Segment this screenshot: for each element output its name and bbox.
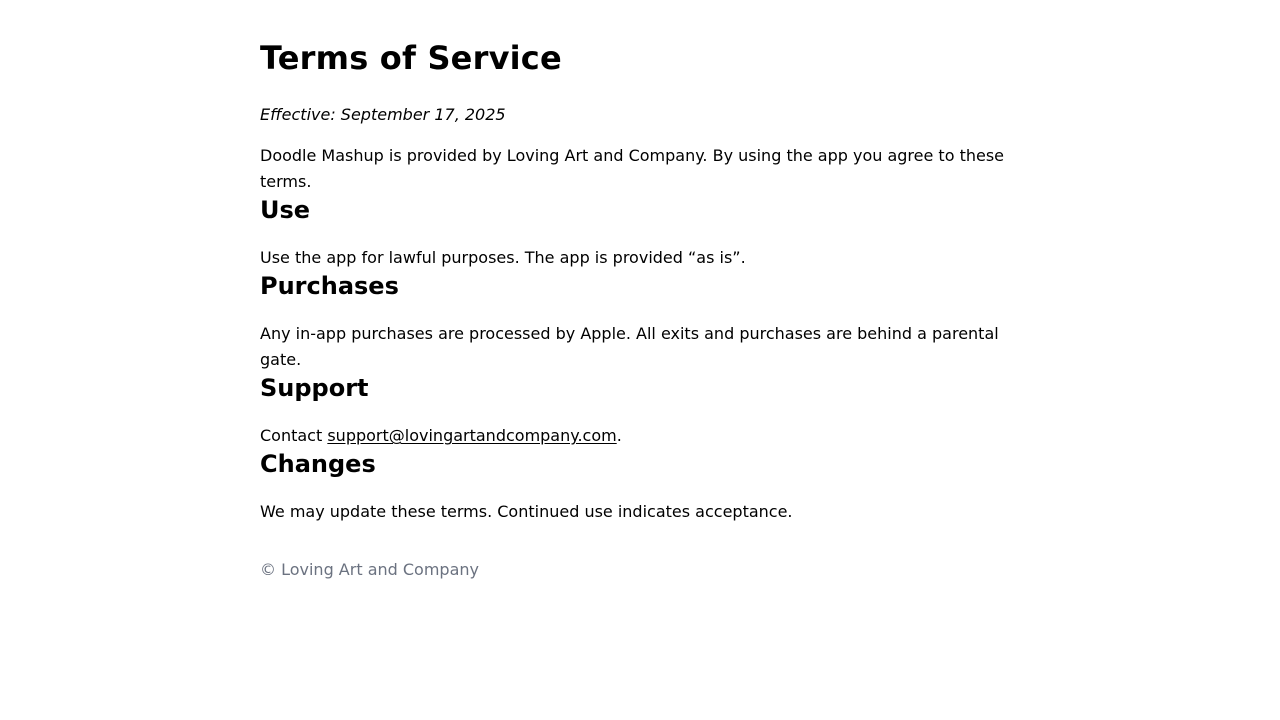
support-email-link[interactable]: support@lovingartandcompany.com: [327, 426, 616, 445]
section-heading-support: Support: [260, 374, 369, 402]
section-text-purchases: Any in-app purchases are processed by Ap…: [260, 324, 999, 369]
section-heading-purchases: Purchases: [260, 272, 399, 300]
support-contact-prefix: Contact: [260, 426, 328, 445]
section-use: Use Use the app for lawful purposes. The…: [260, 195, 1020, 271]
section-purchases: Purchases Any in-app purchases are proce…: [260, 271, 1020, 373]
page-title: Terms of Service: [260, 39, 562, 77]
section-text-use: Use the app for lawful purposes. The app…: [260, 248, 746, 267]
section-support: Support Contact support@lovingartandcomp…: [260, 373, 1020, 449]
section-heading-use: Use: [260, 196, 311, 224]
intro-paragraph: Doodle Mashup is provided by Loving Art …: [260, 146, 1005, 191]
support-contact-suffix: .: [616, 426, 622, 445]
effective-date: Effective: September 17, 2025: [260, 105, 506, 124]
terms-page: Terms of Service Effective: September 17…: [260, 0, 1020, 583]
section-text-support: Contact support@lovingartandcompany.com.: [260, 423, 1020, 449]
section-heading-changes: Changes: [260, 450, 376, 478]
section-changes: Changes We may update these terms. Conti…: [260, 449, 1020, 525]
copyright-footer: © Loving Art and Company: [260, 560, 479, 579]
section-text-changes: We may update these terms. Continued use…: [260, 502, 793, 521]
